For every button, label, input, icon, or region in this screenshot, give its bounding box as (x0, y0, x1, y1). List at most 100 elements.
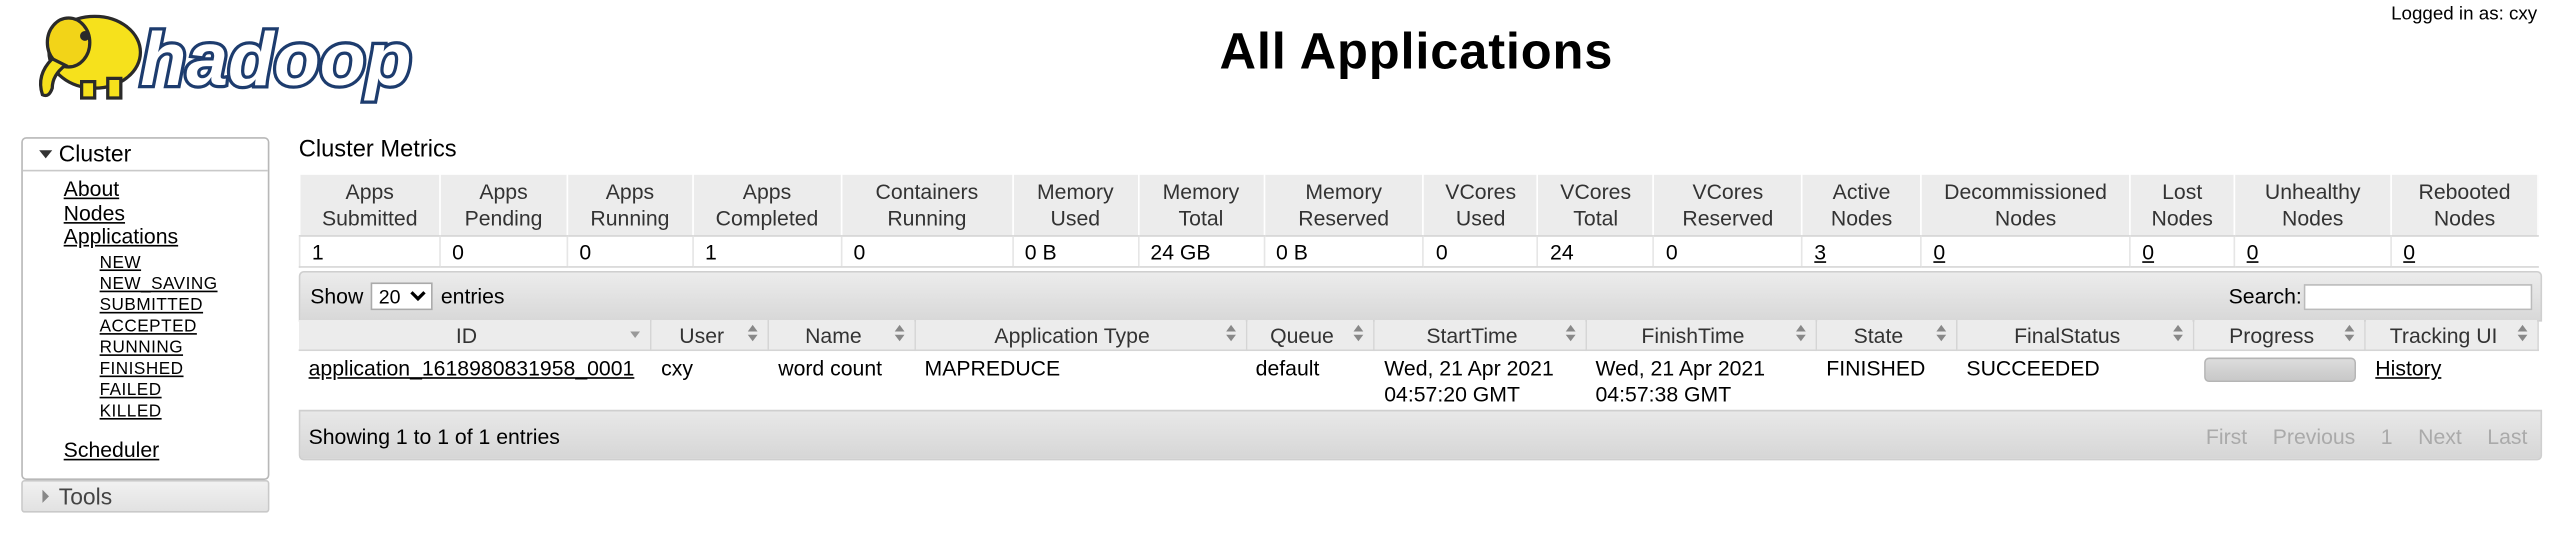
metric-header: VCores Reserved (1652, 173, 1803, 237)
progress-fill (2205, 359, 2355, 381)
nav-applications-link[interactable]: Applications (64, 224, 178, 249)
sort-icon (2517, 324, 2528, 345)
metric-header-line: Decommissioned (1944, 178, 2107, 204)
sort-icon (1225, 324, 1236, 345)
nav-state-submitted[interactable]: SUBMITTED (100, 296, 218, 317)
column-header-label: FinalStatus (2014, 322, 2121, 347)
metric-header-line: Active (1832, 178, 1891, 204)
metric-value: 0 (1920, 235, 2131, 268)
metric-header-line: Memory (1036, 178, 1114, 204)
pager-previous-button[interactable]: Previous (2273, 425, 2356, 449)
pager-next-button[interactable]: Next (2418, 425, 2462, 449)
pager-first-button[interactable]: First (2206, 425, 2247, 449)
table-cell (2194, 350, 2365, 408)
applications-table: ID User Name Application Type Queue StartTime… (298, 320, 2539, 408)
metric-value-link[interactable]: 0 (2142, 239, 2154, 263)
metric-header: Containers Running (840, 173, 1014, 237)
caret-down-icon (39, 150, 53, 159)
column-header-label: StartTime (1426, 322, 1518, 347)
cluster-label: Cluster (58, 140, 132, 167)
pager-last-button[interactable]: Last (2487, 425, 2527, 449)
search-label: Search: (2228, 284, 2302, 309)
tools-header[interactable]: Tools (21, 480, 270, 513)
cluster-header[interactable]: Cluster (22, 139, 268, 172)
metric-header: Memory Reserved (1262, 173, 1425, 237)
column-header[interactable]: User (651, 320, 770, 352)
metric-header-line: Nodes (2433, 204, 2496, 230)
table-cell: cxy (651, 350, 768, 408)
caret-right-icon (42, 489, 49, 503)
nav-state-finished[interactable]: FINISHED (100, 359, 218, 380)
app-start-time: 04:57:20 GMT (1384, 382, 1520, 407)
nav-state-accepted[interactable]: ACCEPTED (100, 317, 218, 338)
metric-header-line: Apps (605, 178, 655, 204)
column-header[interactable]: Name (768, 320, 916, 352)
metric-header-line: Apps (479, 178, 528, 204)
column-header[interactable]: FinalStatus (1956, 320, 2195, 352)
nav-scheduler-link[interactable]: Scheduler (64, 438, 160, 462)
metric-header-line: Memory (1162, 178, 1240, 204)
metric-header-line: Total (1178, 204, 1224, 230)
column-header[interactable]: Progress (2194, 320, 2367, 352)
metric-value: 24 GB (1137, 235, 1264, 268)
sort-icon (1936, 324, 1947, 345)
metric-value-link[interactable]: 0 (1933, 239, 1945, 263)
metrics-title: Cluster Metrics (298, 137, 457, 164)
logged-in-user: Logged in as: cxy (2391, 4, 2538, 25)
metric-header-line: Running (887, 204, 967, 230)
column-header[interactable]: State (1816, 320, 1958, 352)
sort-icon (1796, 324, 1806, 345)
metric-header-line: Nodes (2282, 204, 2344, 230)
nav-about-link[interactable]: About (64, 177, 178, 202)
column-header[interactable]: StartTime (1374, 320, 1587, 352)
metric-header: VCores Used (1422, 173, 1539, 237)
metric-header: Apps Submitted (298, 173, 441, 237)
metric-value: 1 (298, 235, 440, 268)
nav-nodes-link[interactable]: Nodes (64, 201, 178, 226)
page-size-select[interactable]: 20 (370, 282, 433, 311)
nav-state-killed[interactable]: KILLED (100, 402, 218, 423)
metric-value: 0 (566, 235, 693, 268)
metric-header: Lost Nodes (2129, 173, 2236, 237)
column-header[interactable]: Queue (1245, 320, 1376, 352)
table-cell: SUCCEEDED (1957, 350, 2194, 408)
entries-label: entries (440, 284, 505, 309)
sort-icon (748, 324, 758, 345)
cluster-nav: Cluster About Nodes Applications NEW NEW… (21, 137, 270, 481)
column-header-label: Application Type (994, 322, 1150, 347)
metric-header: Decommissioned Nodes (1920, 173, 2131, 237)
app-id-link[interactable]: application_1618980831958_0001 (309, 356, 635, 380)
nav-state-failed[interactable]: FAILED (100, 380, 218, 401)
sort-icon (894, 324, 905, 345)
metric-value-link[interactable]: 0 (2403, 239, 2415, 263)
column-header-label: Queue (1270, 322, 1334, 347)
metric-header: Rebooted Nodes (2390, 173, 2539, 237)
nav-state-new[interactable]: NEW (100, 253, 218, 274)
app-state: FINISHED (1826, 355, 1926, 381)
pager-page-1[interactable]: 1 (2381, 425, 2393, 449)
metric-header-line: Submitted (321, 204, 418, 230)
nav-state-running[interactable]: RUNNING (100, 338, 218, 359)
metric-header: Apps Completed (691, 173, 843, 237)
metric-value: 0 (2233, 235, 2392, 268)
column-header-label: FinishTime (1641, 322, 1745, 347)
cluster-metrics-table: Apps Submitted Apps Pending Apps Running Apps C… (298, 173, 2539, 268)
column-header-label: Name (805, 322, 862, 347)
metric-value-link[interactable]: 3 (1814, 239, 1826, 263)
column-header[interactable]: Tracking UI (2365, 320, 2539, 352)
column-header[interactable]: FinishTime (1585, 320, 1818, 352)
nav-state-new-saving[interactable]: NEW_SAVING (100, 274, 218, 295)
column-header[interactable]: Application Type (914, 320, 1247, 352)
metric-value-link[interactable]: 0 (2247, 239, 2259, 263)
metric-header-line: Rebooted (2418, 178, 2511, 204)
tracking-ui-link[interactable]: History (2375, 356, 2441, 380)
search-input[interactable] (2303, 284, 2533, 311)
metric-header-line: Containers (875, 178, 979, 204)
metric-header-line: Used (1455, 204, 1506, 230)
metric-header: Memory Used (1011, 173, 1139, 237)
metric-header-line: Reserved (1682, 204, 1774, 230)
column-header-label: Progress (2229, 322, 2315, 347)
sort-icon (1565, 324, 1576, 345)
column-header[interactable]: ID (298, 320, 653, 352)
metric-header-line: VCores (1445, 178, 1517, 204)
